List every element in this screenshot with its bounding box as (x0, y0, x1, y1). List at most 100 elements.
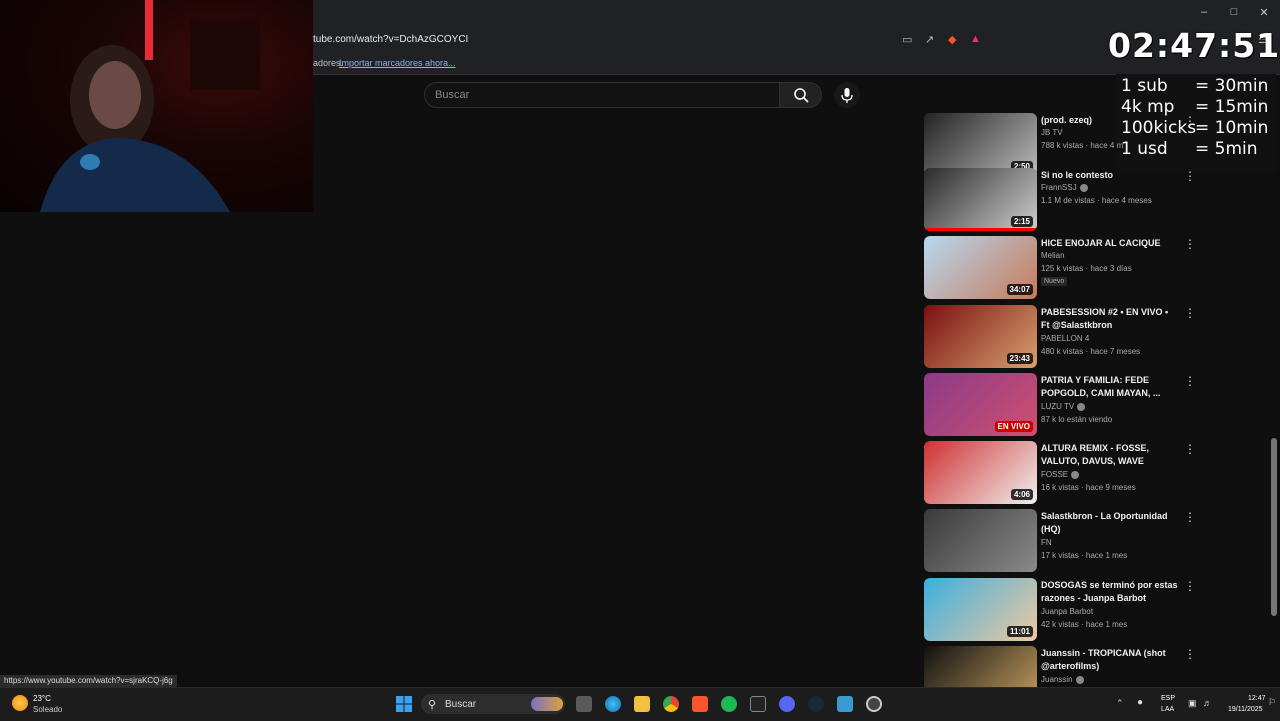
search-button[interactable] (780, 82, 822, 108)
more-options-icon[interactable]: ⋮ (1184, 442, 1196, 456)
clock-time[interactable]: 12:47 (1248, 695, 1266, 702)
channel-name[interactable]: JB TV (1041, 128, 1063, 137)
minimize-icon[interactable]: – (1196, 6, 1212, 18)
network-icon[interactable]: ▣ (1188, 698, 1197, 709)
microphone-icon (841, 88, 853, 103)
streamer-image (40, 0, 260, 212)
more-options-icon[interactable]: ⋮ (1184, 579, 1196, 593)
rate-value: = 5min (1195, 139, 1258, 159)
brave-icon[interactable] (692, 696, 708, 712)
weather-temperature[interactable]: 23°C (33, 694, 51, 703)
steam-icon[interactable] (808, 696, 824, 712)
video-meta: 788 k vistas · hace 4 m (1041, 141, 1124, 150)
close-icon[interactable]: ✕ (1256, 6, 1272, 19)
channel-name-text[interactable]: Melian (1041, 251, 1065, 260)
search-highlight-icon (531, 697, 563, 711)
clock-date[interactable]: 19/11/2025 (1228, 706, 1263, 713)
rate-label: 1 sub (1121, 76, 1168, 96)
video-meta: 17 k vistas · hace 1 mes (1041, 551, 1128, 560)
video-title[interactable]: Salastkbron - La Oportunidad (HQ) (1041, 510, 1179, 536)
channel-name-text[interactable]: Juanssin (1041, 675, 1073, 684)
video-thumbnail[interactable]: 11:01 (924, 578, 1037, 641)
video-thumbnail[interactable]: 2:50 (924, 113, 1037, 176)
language-indicator[interactable]: ESP (1161, 695, 1175, 702)
discord-icon[interactable] (779, 696, 795, 712)
windows-start-icon[interactable] (396, 696, 412, 712)
new-badge: Nuevo (1041, 277, 1068, 286)
video-title[interactable]: PATRIA Y FAMILIA: FEDE POPGOLD, CAMI MAY… (1041, 374, 1179, 400)
channel-name[interactable]: LUZU TV (1041, 402, 1086, 411)
more-options-icon[interactable]: ⋮ (1184, 169, 1196, 183)
search-input[interactable] (424, 82, 780, 108)
channel-name[interactable]: Juanpa Barbot (1041, 607, 1093, 616)
duration-badge: 23:43 (1006, 353, 1033, 364)
video-meta: 480 k vistas · hace 7 meses (1041, 347, 1141, 356)
url-text[interactable]: tube.com/watch?v=DchAzGCOYCI (313, 34, 468, 45)
live-badge: EN VIVO (994, 421, 1033, 432)
rewards-icon[interactable]: ▲ (970, 33, 981, 45)
video-title[interactable]: HICE ENOJAR AL CACIQUE (1041, 237, 1179, 250)
brave-shield-icon[interactable]: ◆ (948, 33, 956, 46)
channel-name[interactable]: FrannSSJ (1041, 183, 1088, 192)
task-view-icon[interactable] (576, 696, 592, 712)
more-options-icon[interactable]: ⋮ (1184, 306, 1196, 320)
video-thumbnail[interactable]: 4:06 (924, 441, 1037, 504)
channel-name[interactable]: FN (1041, 538, 1052, 547)
more-options-icon[interactable]: ⋮ (1184, 510, 1196, 524)
channel-name-text[interactable]: LUZU TV (1041, 402, 1074, 411)
page-scrollbar[interactable] (1271, 438, 1277, 616)
more-options-icon[interactable]: ⋮ (1184, 647, 1196, 661)
more-options-icon[interactable]: ⋮ (1184, 374, 1196, 388)
channel-name-text[interactable]: PABELLON 4 (1041, 334, 1089, 343)
video-thumbnail[interactable]: 23:43 (924, 305, 1037, 368)
channel-name[interactable]: FOSSE (1041, 470, 1080, 479)
microphone-tray-icon[interactable]: ● (1137, 697, 1143, 708)
channel-name-text[interactable]: Juanpa Barbot (1041, 607, 1093, 616)
notepad-icon[interactable] (837, 696, 853, 712)
weather-description[interactable]: Soleado (33, 705, 62, 714)
epic-games-icon[interactable] (750, 696, 766, 712)
keyboard-layout[interactable]: LAA (1161, 706, 1174, 713)
channel-name-text[interactable]: FOSSE (1041, 470, 1068, 479)
spotify-icon[interactable] (721, 696, 737, 712)
video-meta: 1.1 M de vistas · hace 4 meses (1041, 196, 1152, 205)
taskbar-search-label: Buscar (445, 699, 477, 710)
rate-value: = 15min (1195, 97, 1269, 117)
video-thumbnail[interactable] (924, 509, 1037, 572)
voice-search-button[interactable] (834, 82, 860, 108)
edge-icon[interactable] (605, 696, 621, 712)
video-thumbnail[interactable]: EN VIVO (924, 373, 1037, 436)
maximize-icon[interactable]: □ (1226, 6, 1242, 18)
channel-name[interactable]: Melian (1041, 251, 1065, 260)
chrome-icon[interactable] (663, 696, 679, 712)
video-thumbnail[interactable]: 2:15 (924, 168, 1037, 231)
stream-timer: 02:47:51 (1108, 26, 1280, 65)
channel-name-text[interactable]: JB TV (1041, 128, 1063, 137)
notifications-icon[interactable]: ⚐ (1268, 697, 1276, 708)
file-explorer-icon[interactable] (634, 696, 650, 712)
verified-icon (1071, 470, 1080, 479)
video-meta: 16 k vistas · hace 9 meses (1041, 483, 1136, 492)
channel-name[interactable]: PABELLON 4 (1041, 334, 1089, 343)
cast-icon[interactable]: ▭ (902, 33, 912, 46)
import-bookmarks-link[interactable]: Importar marcadores ahora... (339, 58, 456, 68)
obs-icon[interactable] (866, 696, 882, 712)
chevron-up-icon[interactable]: ⌃ (1116, 698, 1124, 709)
video-title[interactable]: Si no le contesto (1041, 169, 1179, 182)
video-title[interactable]: ALTURA REMIX - FOSSE, VALUTO, DAVUS, WAV… (1041, 442, 1179, 468)
channel-name[interactable]: Juanssin (1041, 675, 1084, 684)
verified-icon (1075, 675, 1084, 684)
volume-icon[interactable]: ♬ (1203, 698, 1212, 708)
more-options-icon[interactable]: ⋮ (1184, 237, 1196, 251)
more-options-icon[interactable]: ⋮ (1184, 114, 1196, 128)
video-title[interactable]: Juanssin - TROPICANA (shot @arterofilms) (1041, 647, 1179, 673)
video-title[interactable]: DOSOGAS se terminó por estas razones - J… (1041, 579, 1179, 605)
video-thumbnail[interactable]: 34:07 (924, 236, 1037, 299)
video-title[interactable]: (prod. ezeq) (1041, 114, 1179, 127)
channel-name-text[interactable]: FN (1041, 538, 1052, 547)
share-icon[interactable]: ↗ (925, 33, 934, 46)
sun-icon[interactable] (12, 695, 28, 711)
channel-name-text[interactable]: FrannSSJ (1041, 183, 1077, 192)
video-title[interactable]: PABESESSION #2 • EN VIVO • Ft @Salastkbr… (1041, 306, 1179, 332)
rate-label: 1 usd (1121, 139, 1168, 159)
